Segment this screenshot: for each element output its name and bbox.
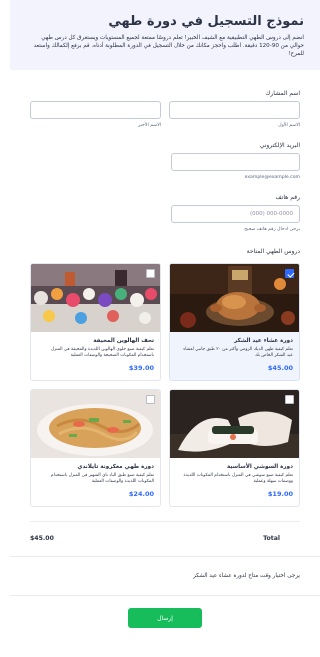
pad-thai-image xyxy=(31,390,160,458)
first-name-sublabel: الاسم الأول xyxy=(278,123,300,128)
last-name-input[interactable] xyxy=(30,101,161,119)
first-name-input[interactable] xyxy=(169,101,300,119)
sushi-checkbox[interactable] xyxy=(285,395,294,404)
class-title: دورة السوشي الأساسية xyxy=(226,464,293,470)
name-label: اسم المشارك xyxy=(265,90,300,97)
email-field: البريد الإلكتروني example@example.com xyxy=(30,142,300,180)
footer-divider xyxy=(10,595,320,596)
class-description: تعلم كيفية صنع طبق الباد تاي الشهير في ا… xyxy=(50,473,154,484)
time-note: يرجى اختيار وقت متاح لدورة عشاء عيد الشك… xyxy=(193,573,300,579)
class-cards: دورة عشاء عيد الشكر تعلم كيفية طهي الديك… xyxy=(30,263,300,507)
class-description: تعلم كيفية طهي الديك الرومي وأكثر من ٢٠ … xyxy=(183,347,293,358)
total-divider xyxy=(30,521,300,522)
class-description: تعلم كيفية صنع حلوى الهالوين اللذيذة وال… xyxy=(50,347,154,358)
phone-placeholder: (000) 000-0000 xyxy=(249,211,293,217)
halloween-checkbox[interactable] xyxy=(146,269,155,278)
form-description: انضم إلى دروس الطهي التطبيقية مع الشيف ا… xyxy=(33,35,304,57)
email-input[interactable] xyxy=(171,153,300,171)
class-title: دورة طهي معكرونة تايلاندي xyxy=(77,464,154,470)
classes-field: دروس الطهي المتاحة دورة عشاء عيد الشكر ت… xyxy=(30,248,300,507)
form-title: نموذج التسجيل في دورة طهي xyxy=(108,14,304,29)
total-label: Total xyxy=(263,535,280,542)
form-body: اسم المشارك الاسم الأول الاسم الأخير الب… xyxy=(10,90,320,507)
thanksgiving-image xyxy=(170,264,299,332)
form-header: نموذج التسجيل في دورة طهي انضم إلى دروس … xyxy=(10,0,320,70)
email-label: البريد الإلكتروني xyxy=(259,142,300,149)
halloween-image xyxy=(31,264,160,332)
roast-turkey-image xyxy=(170,264,299,332)
thanksgiving-checkbox[interactable] xyxy=(285,269,294,278)
pad-thai-checkbox[interactable] xyxy=(146,395,155,404)
classes-label: دروس الطهي المتاحة xyxy=(246,248,300,255)
submit-area: إرسال xyxy=(10,608,320,628)
halloween-treats-image xyxy=(31,264,160,332)
submit-button[interactable]: إرسال xyxy=(128,608,202,628)
class-card-halloween[interactable]: تحف الهالوين المخيفة تعلم كيفية صنع حلوى… xyxy=(30,263,161,381)
phone-input[interactable]: (000) 000-0000 xyxy=(171,205,300,223)
sushi-hands-image xyxy=(170,390,299,458)
phone-field: رقم هاتف (000) 000-0000 يرجى ادخال رقم ه… xyxy=(30,194,300,232)
last-name-sublabel: الاسم الأخير xyxy=(138,123,161,128)
class-card-sushi[interactable]: دورة السوشي الأساسية تعلم كيفية صنع سوشي… xyxy=(169,389,300,507)
email-sublabel: example@example.com xyxy=(244,175,300,180)
pad-thai-noodles-image xyxy=(31,390,160,458)
total-value: $45.00 xyxy=(30,535,54,542)
sushi-image xyxy=(170,390,299,458)
class-card-pad-thai[interactable]: دورة طهي معكرونة تايلاندي تعلم كيفية صنع… xyxy=(30,389,161,507)
class-title: تحف الهالوين المخيفة xyxy=(93,338,154,344)
phone-label: رقم هاتف xyxy=(275,194,300,201)
class-price: $24.00 xyxy=(128,490,154,498)
total-row: $45.00 Total xyxy=(10,535,320,542)
class-title: دورة عشاء عيد الشكر xyxy=(234,338,293,344)
class-card-thanksgiving[interactable]: دورة عشاء عيد الشكر تعلم كيفية طهي الديك… xyxy=(169,263,300,381)
class-price: $45.00 xyxy=(267,364,293,372)
phone-sublabel: يرجى ادخال رقم هاتف صحيح xyxy=(244,227,300,232)
class-price: $19.00 xyxy=(267,490,293,498)
class-price: $39.00 xyxy=(128,364,154,372)
class-description: تعلم كيفية صنع سوشي في المنزل باستخدام ا… xyxy=(183,473,293,484)
section-divider xyxy=(10,556,320,557)
name-field: اسم المشارك الاسم الأول الاسم الأخير xyxy=(30,90,300,128)
